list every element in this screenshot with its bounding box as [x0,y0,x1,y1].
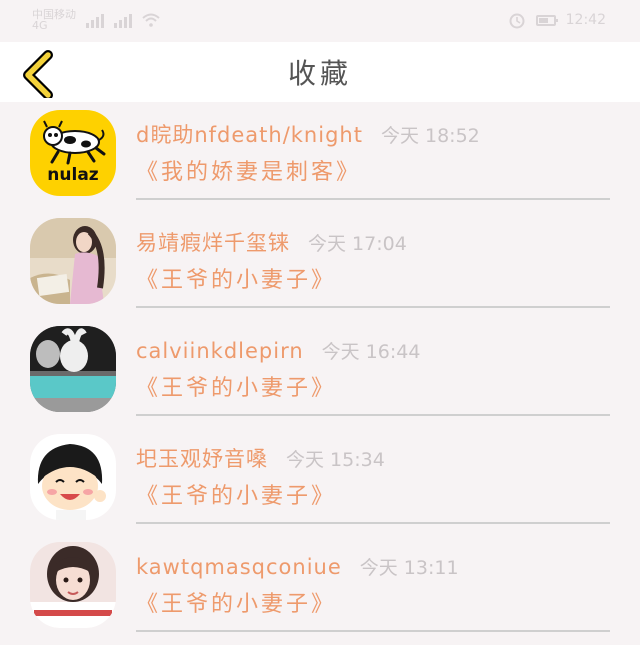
wifi-icon [142,13,160,27]
avatar: nulaz [30,110,116,196]
avatar [30,218,116,304]
list-item[interactable]: 易靖瘕烊千玺铼 今天 17:04 《王爷的小妻子》 [0,210,640,318]
item-username: 易靖瘕烊千玺铼 今天 17:04 [136,230,407,257]
carrier-label: 中国移动 4G [32,9,76,31]
avatar-photo [30,542,116,628]
avatar-logo-text: nulaz [47,165,99,185]
username-text: 圯玉观妤音嗓 [136,447,268,471]
signal-icon [86,12,104,28]
username-text: kawtqmasqconiue [136,555,342,579]
list-item[interactable]: calviinkdlepirn 今天 16:44 《王爷的小妻子》 [0,318,640,426]
item-username: 圯玉观妤音嗓 今天 15:34 [136,446,385,473]
alarm-icon [509,13,525,29]
username-text: calviinkdlepirn [136,339,304,363]
item-book-title: 《王爷的小妻子》 [136,592,337,617]
item-time: 今天 18:52 [380,125,480,147]
page-title: 收藏 [287,57,352,90]
item-username: d睆助nfdeath/knight 今天 18:52 [136,122,480,149]
divider [136,630,610,632]
status-right: 12:42 [508,11,606,29]
avatar [30,326,116,412]
list-item[interactable]: kawtqmasqconiue 今天 13:11 《王爷的小妻子》 [0,534,640,642]
username-text: 易靖瘕烊千玺铼 [136,231,290,255]
divider [136,522,610,524]
avatar-photo [30,218,116,304]
status-time: 12:42 [565,12,606,28]
cartoon-girl-icon [30,434,116,520]
item-book-title: 《王爷的小妻子》 [136,484,337,509]
list-item[interactable]: nulaz d睆助nfdeath/knight 今天 18:52 《我的娇妻是刺客… [0,102,640,210]
item-book-title: 《我的娇妻是刺客》 [136,160,362,185]
item-time: 今天 15:34 [286,449,385,471]
divider [136,414,610,416]
item-username: calviinkdlepirn 今天 16:44 [136,338,420,365]
item-time: 今天 16:44 [321,341,421,363]
network-type: 4G [32,19,48,32]
item-book-title: 《王爷的小妻子》 [136,268,337,293]
item-book-title: 《王爷的小妻子》 [136,376,337,401]
nav-bar: 收藏 [0,42,640,102]
avatar [30,434,116,520]
item-username: kawtqmasqconiue 今天 13:11 [136,554,459,581]
status-bar: 中国移动 4G 12:42 [0,0,640,42]
avatar [30,542,116,628]
item-time: 今天 13:11 [359,557,459,579]
battery-icon [535,14,558,26]
favorites-list: nulaz d睆助nfdeath/knight 今天 18:52 《我的娇妻是刺客… [0,102,640,642]
signal-icon-2 [114,12,132,28]
item-time: 今天 17:04 [308,233,407,255]
username-text: d睆助nfdeath/knight [136,123,363,147]
list-item[interactable]: 圯玉观妤音嗓 今天 15:34 《王爷的小妻子》 [0,426,640,534]
battery-fill [538,17,549,23]
divider [136,306,610,308]
divider [136,198,610,200]
avatar-photo [30,326,116,412]
status-left: 中国移动 4G [32,9,160,31]
